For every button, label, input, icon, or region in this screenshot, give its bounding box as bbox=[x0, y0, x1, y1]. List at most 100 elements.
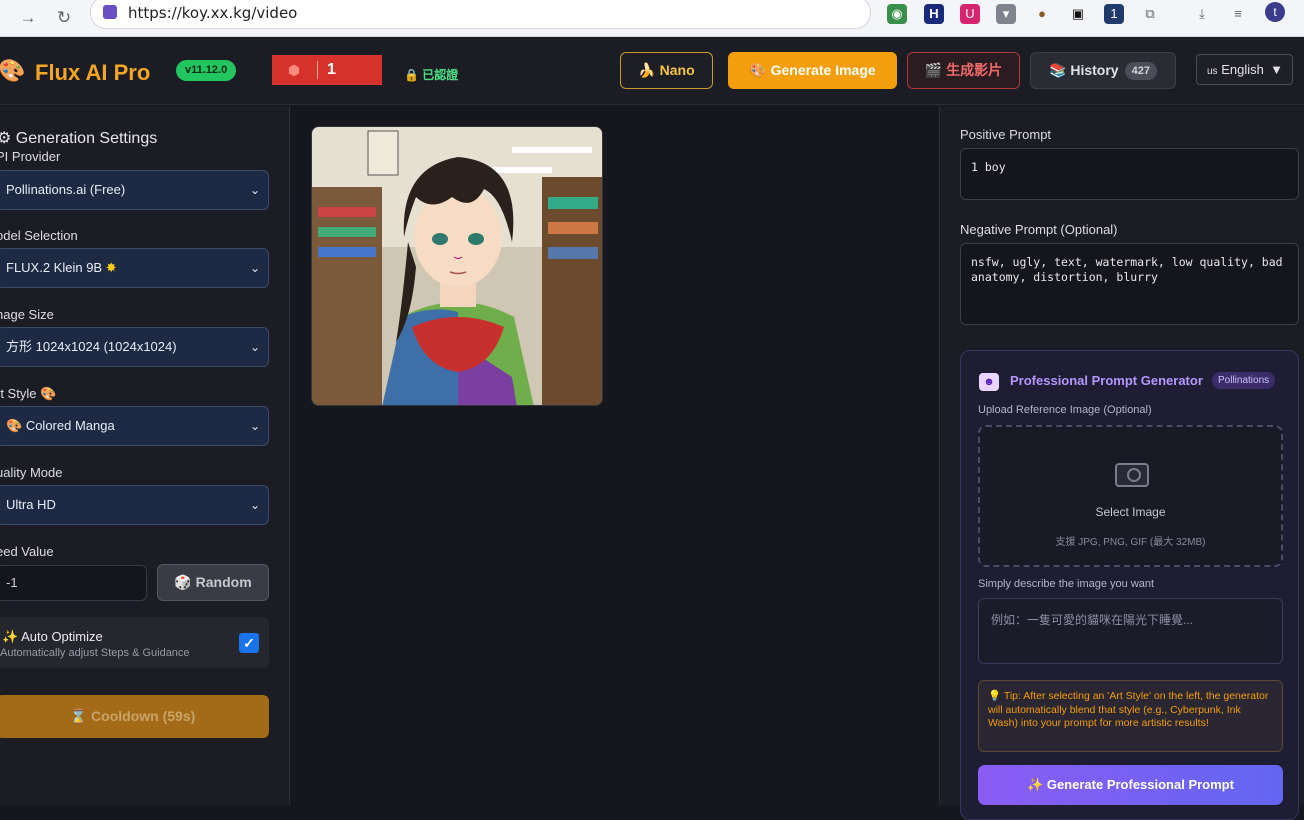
extension-shield-icon[interactable]: ▾ bbox=[996, 4, 1016, 24]
seed-label: eed Value bbox=[0, 544, 54, 559]
describe-label: Simply describe the image you want bbox=[978, 578, 1155, 590]
camera-icon bbox=[1115, 463, 1149, 487]
extension-shield-u-icon[interactable]: U bbox=[960, 4, 980, 24]
extension-badge-icon[interactable]: 1 bbox=[1104, 4, 1124, 24]
art-style-value: Colored Manga bbox=[25, 418, 115, 433]
language-value: English bbox=[1221, 62, 1264, 77]
image-size-select[interactable]: 方形 1024x1024 (1024x1024) ⌄ bbox=[0, 327, 269, 367]
forward-arrow-icon[interactable]: → bbox=[14, 4, 42, 32]
generate-prompt-button[interactable]: ✨ Generate Professional Prompt bbox=[978, 765, 1283, 805]
auto-optimize-subtitle: Automatically adjust Steps & Guidance bbox=[0, 647, 190, 659]
anime-boy-illustration bbox=[312, 127, 602, 405]
verified-label: 已認證 bbox=[422, 68, 459, 82]
extension-h-icon[interactable]: H bbox=[924, 4, 944, 24]
quality-label: uality Mode bbox=[0, 465, 63, 480]
palette-icon: 🎨 bbox=[749, 62, 767, 78]
palette-icon: 🎨 bbox=[6, 418, 23, 433]
settings-panel: ⚙ Generation Settings PI Provider Pollin… bbox=[0, 106, 290, 805]
quality-value: Ultra HD bbox=[6, 497, 56, 512]
result-area bbox=[291, 106, 938, 805]
url-text: https://koy.xx.kg/video bbox=[128, 4, 298, 22]
palette-icon: 🎨 bbox=[40, 386, 57, 401]
model-value: FLUX.2 Klein 9B bbox=[6, 260, 103, 275]
app-logo-text: Flux AI Pro bbox=[35, 60, 151, 85]
banana-icon: 🍌 bbox=[638, 62, 656, 78]
counter-divider bbox=[317, 61, 318, 79]
chevron-down-icon: ⌄ bbox=[249, 419, 260, 433]
verified-status: 🔒 已認證 bbox=[404, 66, 458, 83]
puzzle-icon[interactable]: ⧉ bbox=[1140, 4, 1160, 24]
app-header: 🎨 Flux AI Pro v11.12.0 ⬢ 1 🔒 已認證 🍌 Nano … bbox=[0, 37, 1304, 105]
robot-icon: ☻ bbox=[979, 373, 999, 391]
seed-input[interactable]: -1 bbox=[0, 565, 147, 601]
settings-title: ⚙ Generation Settings bbox=[0, 128, 157, 148]
address-bar[interactable]: https://koy.xx.kg/video bbox=[90, 0, 871, 29]
prompt-panel: Positive Prompt 1 boy Negative Prompt (O… bbox=[939, 106, 1304, 820]
profile-avatar[interactable]: t bbox=[1265, 2, 1285, 22]
nano-label: Nano bbox=[659, 62, 695, 78]
tip-box: 💡 Tip: After selecting an 'Art Style' on… bbox=[978, 680, 1283, 752]
prompt-generator-card: ☻ Professional Prompt Generator Pollinat… bbox=[960, 350, 1299, 820]
reload-icon[interactable]: ↻ bbox=[50, 4, 78, 32]
tip-text: Tip: After selecting an 'Art Style' on t… bbox=[988, 690, 1269, 729]
extension-globe-icon[interactable]: ◉ bbox=[887, 4, 907, 24]
upload-subtitle: 支援 JPG, PNG, GIF (最大 32MB) bbox=[1055, 537, 1206, 548]
auto-optimize-title: ✨ Auto Optimize bbox=[2, 629, 103, 645]
sparkle-icon: ✸ bbox=[105, 260, 117, 275]
chevron-down-icon: ⌄ bbox=[249, 498, 260, 512]
model-select[interactable]: FLUX.2 Klein 9B ✸ ⌄ bbox=[0, 248, 269, 288]
palette-icon: 🎨 bbox=[0, 58, 26, 83]
art-style-label: rt Style 🎨 bbox=[0, 386, 56, 402]
counter-value: 1 bbox=[327, 61, 336, 78]
history-button[interactable]: 📚 History 427 bbox=[1030, 52, 1176, 89]
describe-input[interactable]: 例如：一隻可愛的貓咪在陽光下睡覺... bbox=[978, 598, 1283, 664]
random-label: Random bbox=[195, 574, 252, 590]
generate-video-button[interactable]: 🎬 生成影片 bbox=[907, 52, 1020, 89]
sparkle-icon: ✨ bbox=[1027, 777, 1044, 792]
positive-prompt-label: Positive Prompt bbox=[960, 127, 1052, 142]
sparkle-icon: ✨ bbox=[2, 629, 19, 644]
art-style-select[interactable]: 🎨 Colored Manga ⌄ bbox=[0, 406, 269, 446]
upload-title: Select Image bbox=[1095, 505, 1166, 519]
api-provider-select[interactable]: Pollinations.ai (Free) ⌄ bbox=[0, 170, 269, 210]
lock-icon: 🔒 bbox=[404, 68, 419, 82]
media-queue-icon[interactable]: ≡ bbox=[1228, 4, 1248, 24]
history-count-badge: 427 bbox=[1124, 62, 1157, 81]
positive-prompt-input[interactable]: 1 boy bbox=[960, 148, 1299, 200]
pollinations-badge: Pollinations bbox=[1212, 372, 1276, 389]
language-select[interactable]: us English ▼ bbox=[1196, 54, 1293, 85]
cooldown-button[interactable]: ⌛ Cooldown (59s) bbox=[0, 695, 269, 738]
chevron-down-icon: ▼ bbox=[1270, 62, 1283, 77]
cooldown-label: Cooldown (59s) bbox=[91, 708, 196, 724]
quality-select[interactable]: Ultra HD ⌄ bbox=[0, 485, 269, 525]
download-icon[interactable]: ⤓ bbox=[1192, 4, 1212, 24]
auto-optimize-checkbox[interactable]: ✓ bbox=[239, 633, 259, 653]
gear-icon: ⚙ bbox=[0, 130, 12, 147]
art-style-label-text: rt Style bbox=[0, 386, 37, 401]
generate-image-button[interactable]: 🎨 Generate Image bbox=[728, 52, 897, 89]
chevron-down-icon: ⌄ bbox=[249, 340, 260, 354]
negative-prompt-input[interactable]: nsfw, ugly, text, watermark, low quality… bbox=[960, 243, 1299, 325]
usage-counter: ⬢ 1 bbox=[272, 55, 382, 85]
model-label: odel Selection bbox=[0, 228, 78, 243]
language-flag: us bbox=[1207, 66, 1218, 77]
generate-prompt-label: Generate Professional Prompt bbox=[1046, 777, 1234, 792]
chevron-down-icon: ⌄ bbox=[249, 183, 260, 197]
random-seed-button[interactable]: 🎲 Random bbox=[157, 564, 269, 601]
auto-optimize-box: ✨ Auto Optimize Automatically adjust Ste… bbox=[0, 617, 269, 668]
nano-button[interactable]: 🍌 Nano bbox=[620, 52, 713, 89]
lightbulb-icon: 💡 bbox=[988, 690, 1002, 702]
generated-image[interactable] bbox=[311, 126, 603, 406]
generate-label: Generate Image bbox=[770, 62, 876, 78]
api-provider-value: Pollinations.ai (Free) bbox=[6, 182, 126, 197]
image-size-label: nage Size bbox=[0, 307, 54, 322]
cookie-icon[interactable]: ● bbox=[1032, 4, 1052, 24]
hourglass-icon: ⌛ bbox=[69, 708, 88, 724]
upload-dropzone[interactable]: Select Image 支援 JPG, PNG, GIF (最大 32MB) bbox=[978, 425, 1283, 567]
video-label: 生成影片 bbox=[946, 62, 1003, 78]
extension-mask-icon[interactable]: ▣ bbox=[1068, 4, 1088, 24]
auto-optimize-title-text: Auto Optimize bbox=[21, 629, 103, 644]
clapper-icon: 🎬 bbox=[924, 62, 943, 78]
negative-prompt-label: Negative Prompt (Optional) bbox=[960, 222, 1118, 237]
hex-icon: ⬢ bbox=[287, 62, 301, 78]
